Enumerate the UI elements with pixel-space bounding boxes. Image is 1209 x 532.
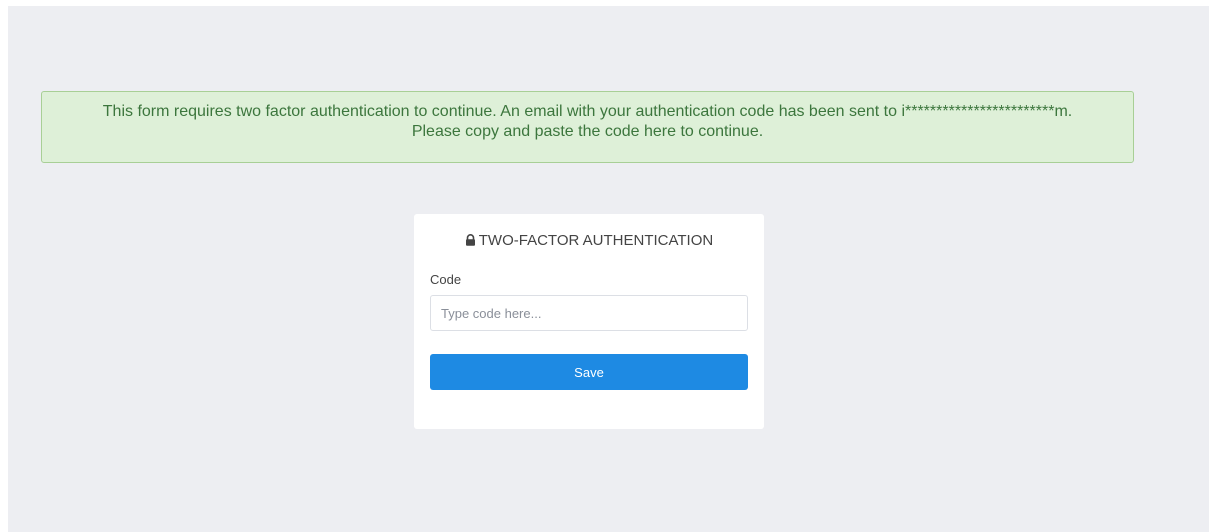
card-title-text: TWO-FACTOR AUTHENTICATION bbox=[478, 232, 714, 249]
code-input[interactable] bbox=[430, 295, 748, 331]
card-title: TWO-FACTOR AUTHENTICATION bbox=[430, 231, 748, 251]
two-factor-alert: This form requires two factor authentica… bbox=[41, 91, 1134, 163]
code-label: Code bbox=[430, 272, 462, 287]
two-factor-card: TWO-FACTOR AUTHENTICATION Code Save bbox=[414, 214, 764, 429]
alert-message-line-2: Please copy and paste the code here to c… bbox=[411, 123, 764, 140]
save-button[interactable]: Save bbox=[430, 354, 748, 390]
page-background: This form requires two factor authentica… bbox=[8, 6, 1209, 532]
alert-message-line-1: This form requires two factor authentica… bbox=[102, 103, 1073, 120]
lock-icon bbox=[465, 232, 476, 252]
